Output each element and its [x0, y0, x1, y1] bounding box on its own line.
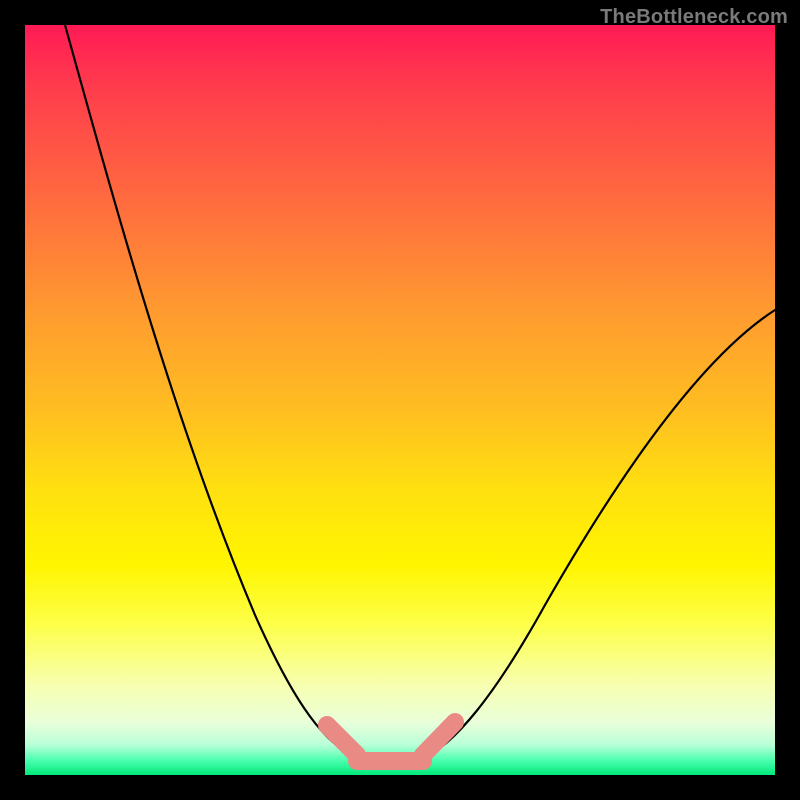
chart-frame: TheBottleneck.com	[0, 0, 800, 800]
plot-area	[25, 25, 775, 775]
bottleneck-curve	[65, 25, 775, 760]
curve-layer	[25, 25, 775, 775]
watermark-text: TheBottleneck.com	[600, 6, 788, 29]
trough-highlight-right	[423, 722, 455, 755]
trough-highlight-left	[327, 725, 357, 755]
